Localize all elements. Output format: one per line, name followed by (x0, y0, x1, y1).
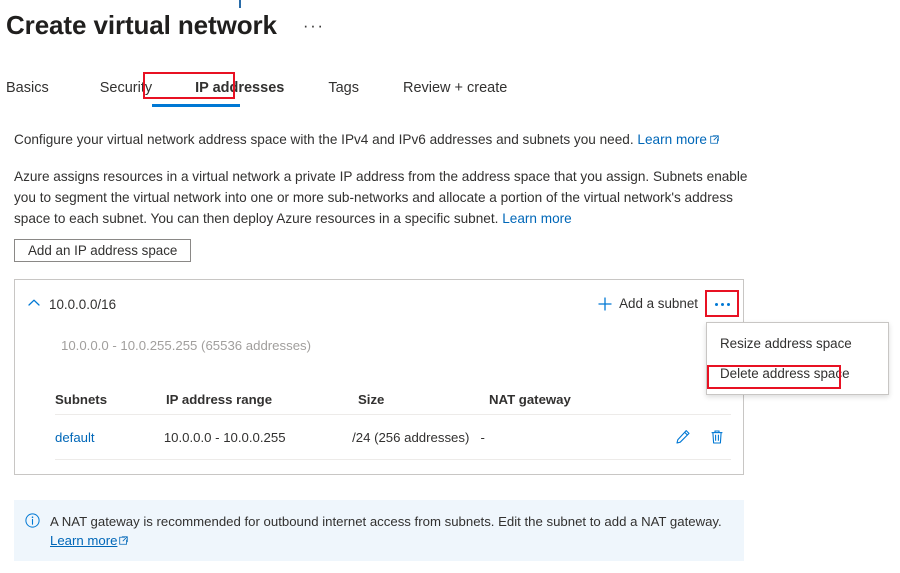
nat-gateway-learn-more-link[interactable]: Learn more (50, 533, 117, 548)
tab-security[interactable]: Security (100, 80, 152, 98)
intro-paragraph-2-text: Azure assigns resources in a virtual net… (14, 169, 748, 226)
column-header-nat-gateway: NAT gateway (489, 392, 571, 407)
tab-selected-underline (152, 104, 240, 107)
dot-1 (714, 302, 718, 306)
subnet-ip-address-range: 10.0.0.0 - 10.0.0.255 (163, 429, 286, 445)
dot-3 (726, 302, 730, 306)
tab-ip-addresses[interactable]: IP addresses (195, 80, 284, 98)
address-space-cidr: 10.0.0.0/16 (49, 297, 117, 312)
top-edge-artifact (239, 0, 241, 8)
address-space-header: 10.0.0.0/16 Add a subnet (15, 280, 743, 322)
info-icon (25, 513, 40, 528)
subnet-row-actions (657, 429, 731, 445)
intro-paragraph-1-text: Configure your virtual network address s… (14, 132, 634, 147)
subnets-table-header: Subnets IP address range Size NAT gatewa… (55, 385, 731, 415)
external-link-icon (119, 536, 129, 545)
column-header-subnets: Subnets (55, 392, 108, 407)
page-header: Create virtual network ··· (6, 9, 325, 41)
intro-paragraph-2: Azure assigns resources in a virtual net… (14, 166, 748, 229)
page-title: Create virtual network (6, 10, 277, 40)
pencil-icon[interactable] (675, 429, 691, 445)
add-a-subnet-button[interactable]: Add a subnet (598, 296, 698, 311)
address-space-context-menu: Resize address space Delete address spac… (706, 322, 889, 395)
context-menu-item-delete-address-space[interactable]: Delete address space (707, 358, 888, 388)
tab-tags[interactable]: Tags (328, 80, 359, 98)
nat-gateway-banner-message: A NAT gateway is recommended for outboun… (50, 514, 722, 529)
intro-learn-more-link-1[interactable]: Learn more (637, 132, 707, 147)
nat-gateway-banner-text: A NAT gateway is recommended for outboun… (50, 512, 730, 561)
intro-paragraph-1: Configure your virtual network address s… (14, 129, 774, 150)
tab-ip-addresses-wrapper: IP addresses (143, 72, 284, 99)
chevron-up-icon[interactable] (27, 296, 41, 310)
plus-icon (598, 296, 612, 311)
subnet-nat-gateway: - (480, 429, 485, 445)
tab-basics[interactable]: Basics (6, 80, 49, 98)
intro-learn-more-link-2[interactable]: Learn more (502, 211, 572, 226)
wizard-tabs: Basics Security IP addresses Tags Review… (0, 72, 507, 99)
table-row: default 10.0.0.0 - 10.0.0.255 /24 (256 a… (55, 415, 731, 460)
external-link-icon (710, 135, 719, 144)
dot-2 (720, 302, 724, 306)
add-ip-address-space-button[interactable]: Add an IP address space (14, 239, 192, 262)
subnet-name-link[interactable]: default (55, 430, 164, 445)
column-header-size: Size (358, 392, 385, 407)
address-space-panel: 10.0.0.0/16 Add a subnet 10.0.0.0 - 10.0… (14, 279, 744, 475)
nat-gateway-info-banner: A NAT gateway is recommended for outboun… (14, 500, 744, 561)
tab-review-create[interactable]: Review + create (403, 80, 507, 98)
context-menu-item-resize-address-space[interactable]: Resize address space (707, 328, 888, 358)
trash-icon[interactable] (709, 429, 725, 445)
column-header-ip-address-range: IP address range (166, 392, 273, 407)
add-a-subnet-label: Add a subnet (619, 296, 698, 311)
subnet-size: /24 (256 addresses) (352, 429, 470, 445)
address-space-range-summary: 10.0.0.0 - 10.0.255.255 (65536 addresses… (61, 338, 312, 353)
subnets-table: Subnets IP address range Size NAT gatewa… (55, 385, 731, 460)
address-space-more-ellipsis-icon[interactable] (709, 295, 735, 313)
header-ellipsis-icon[interactable]: ··· (303, 17, 325, 34)
